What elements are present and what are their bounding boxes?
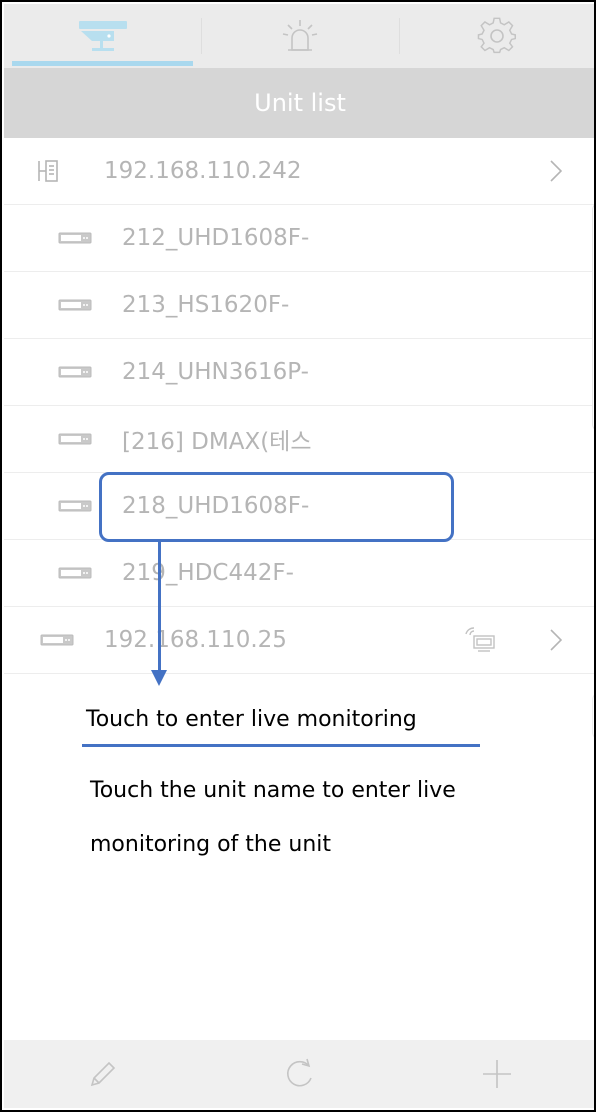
tab-alarms[interactable]: [201, 4, 398, 68]
highlight-box: [99, 472, 454, 542]
device-icon: [40, 634, 74, 646]
callout-underline: [82, 744, 480, 747]
app-frame: Unit list 192.168.110.242 212_UHD1608F- …: [0, 0, 596, 1112]
page-title: Unit list: [4, 68, 594, 138]
callout-connector: [158, 542, 161, 672]
list-item[interactable]: 214_UHN3616P-: [4, 339, 594, 406]
unit-label[interactable]: [216] DMAX(테스: [122, 422, 312, 456]
edit-button[interactable]: [4, 1040, 201, 1108]
device-icon: [58, 567, 92, 579]
refresh-icon: [287, 1058, 312, 1087]
list-item[interactable]: 219_HDC442F-: [4, 540, 594, 607]
callout-description: Touch the unit name to enter live monito…: [90, 778, 456, 857]
bottom-toolbar: [4, 1040, 594, 1108]
device-icon: [58, 500, 92, 512]
side-panel: [592, 202, 594, 432]
unit-label[interactable]: 212_UHD1608F-: [122, 225, 309, 251]
unit-label[interactable]: 214_UHN3616P-: [122, 359, 309, 385]
device-icon: [58, 299, 92, 311]
unit-label[interactable]: 192.168.110.25: [104, 627, 287, 653]
device-icon: [58, 433, 92, 445]
edit-icon: [90, 1061, 115, 1087]
tab-units[interactable]: [4, 4, 201, 68]
device-icon: [58, 232, 92, 244]
add-icon: [483, 1060, 512, 1088]
wireless-device-icon: [465, 627, 495, 652]
unit-label[interactable]: 213_HS1620F-: [122, 292, 289, 318]
chevron-right-icon[interactable]: [550, 160, 562, 182]
list-item[interactable]: 192.168.110.242: [4, 138, 594, 205]
unit-list: 192.168.110.242 212_UHD1608F- 213_HS1620…: [4, 138, 594, 674]
unit-label[interactable]: 219_HDC442F-: [122, 560, 294, 586]
refresh-button[interactable]: [201, 1040, 398, 1108]
chevron-right-icon[interactable]: [550, 629, 562, 651]
arrow-down-icon: [151, 670, 167, 686]
unit-label[interactable]: 192.168.110.242: [104, 158, 302, 184]
server-icon: [38, 160, 58, 182]
gear-icon: [478, 17, 517, 54]
list-item[interactable]: 212_UHD1608F-: [4, 205, 594, 272]
list-item[interactable]: 213_HS1620F-: [4, 272, 594, 339]
device-icon: [58, 366, 92, 378]
camera-icon: [78, 21, 127, 51]
list-item[interactable]: 192.168.110.25: [4, 607, 594, 674]
tab-settings[interactable]: [398, 4, 594, 68]
side-panel: [592, 692, 594, 740]
add-button[interactable]: [399, 1040, 594, 1108]
top-tab-bar: [4, 4, 594, 68]
callout-title: Touch to enter live monitoring: [86, 707, 417, 732]
list-item[interactable]: [216] DMAX(테스: [4, 406, 594, 473]
active-tab-indicator: [12, 61, 194, 66]
alarm-icon: [282, 20, 318, 51]
